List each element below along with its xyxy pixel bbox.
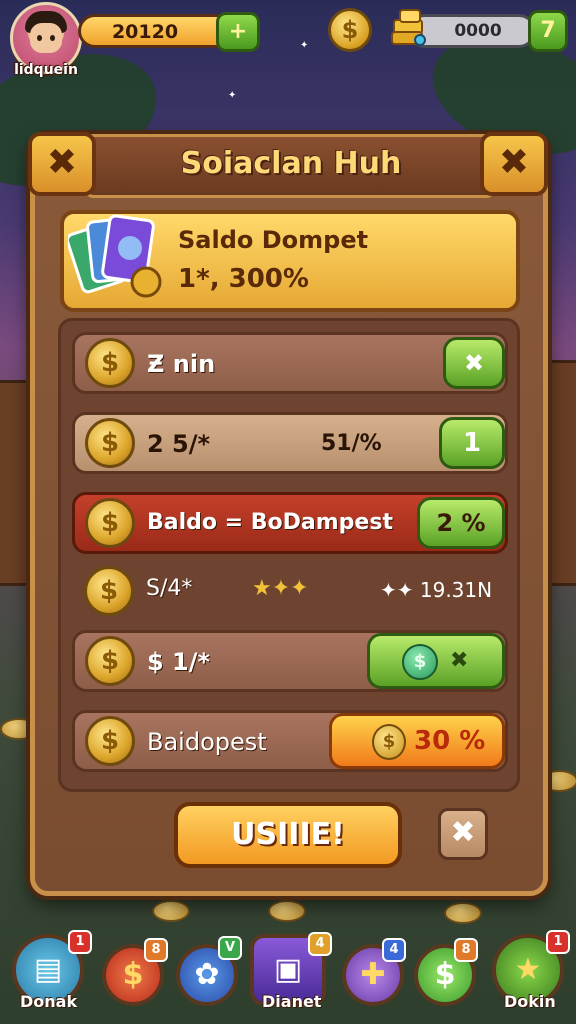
nav-badge: 4 [382,938,406,962]
close-left-button[interactable]: ✖ [28,132,96,196]
row-percent: 51/% [321,431,382,456]
gem-value: 0000 [454,21,502,41]
nav-label: Dokin [504,992,556,1011]
row-action-label: ✖ [450,648,469,673]
cards-icon [68,214,162,298]
row-label: 2 5/* [147,430,211,458]
row-label: S/4* [146,576,193,601]
chest-icon: ▣ [273,952,303,987]
sky-star: ✦ [228,90,237,101]
use-button[interactable]: USIIIE! [174,802,402,868]
nav-label: Dianet [262,992,322,1011]
nav-label: Donak [20,992,78,1011]
player-name: lidquein [14,62,78,78]
row-value: ✦✦ 19.31N [380,578,493,602]
nav-badge: V [218,936,242,960]
nav-badge: 4 [308,932,332,956]
exchange-row[interactable]: $ Baidopest $ 30 % [72,710,508,772]
green-coin-icon: $ [434,957,456,992]
xp-add-button[interactable]: + [216,12,260,52]
cash-stack-icon: ▤ [33,952,63,987]
hut-right [548,360,576,586]
plant-pot-icon: ✿ [194,957,220,992]
xp-value: 20120 [111,21,179,43]
close-right-button[interactable]: ✖ [480,132,548,196]
row-label: Baidopest [147,728,267,756]
close-button[interactable]: ✖ [438,808,488,860]
row-action-button[interactable]: $ ✖ [367,633,505,689]
nav-badge: 8 [144,938,168,962]
coin-icon: $ [372,724,406,760]
xp-bar: 20120 [78,14,238,48]
row-action-label: 30 % [414,726,486,756]
exchange-row[interactable]: $ Ƶ nin ✖ [72,332,508,394]
green-coin-icon: $ [402,644,438,680]
star-icon: ★ [514,952,542,987]
avatar-eye [37,35,42,41]
nav-badge: 8 [454,938,478,962]
nav-badge: 1 [546,930,570,954]
ground-coin [152,900,190,922]
avatar-face [30,23,62,53]
coin-icon: $ [84,566,134,616]
row-action-button[interactable]: 2 % [417,497,505,549]
row-label: Baldo = BoDampest [147,510,393,535]
wallet-value: 1*, 300% [178,264,309,294]
dollar-coin-icon: $ [122,957,144,992]
exchange-row[interactable]: $ 2 5/* 51/% 1 [72,412,508,474]
dialog-title: Soiaclan Huh [180,146,402,181]
coin-icon: $ [85,716,135,766]
coin-icon: $ [85,498,135,548]
avatar-eye [50,35,55,41]
row-action-button[interactable]: ✖ [443,337,505,389]
wallet-title: Saldo Dompet [178,226,369,254]
coin-icon: $ [85,418,135,468]
coin-icon[interactable]: $ [328,8,372,52]
row-stars: ★✦✦ [252,576,309,601]
exchange-row-selected[interactable]: $ Baldo = BoDampest 2 % [72,492,508,554]
plus-icon: ✚ [360,957,386,992]
row-action-button[interactable]: $ 30 % [329,713,505,769]
coin-icon: $ [85,338,135,388]
sky-star: ✦ [300,40,309,51]
ground-coin [444,902,482,924]
coin-icon: $ [85,636,135,686]
exchange-row[interactable]: $ $ 1/* $ ✖ [72,630,508,692]
ground-coin [268,900,306,922]
gold-bars-icon [391,9,426,46]
gem-add-button[interactable]: 7 [528,10,568,52]
row-action-button[interactable]: 1 [439,417,505,469]
exchange-row[interactable]: $ S/4* ★✦✦ ✦✦ 19.31N [72,562,508,620]
row-label: Ƶ nin [147,350,216,378]
nav-badge: 1 [68,930,92,954]
row-label: $ 1/* [147,648,211,676]
